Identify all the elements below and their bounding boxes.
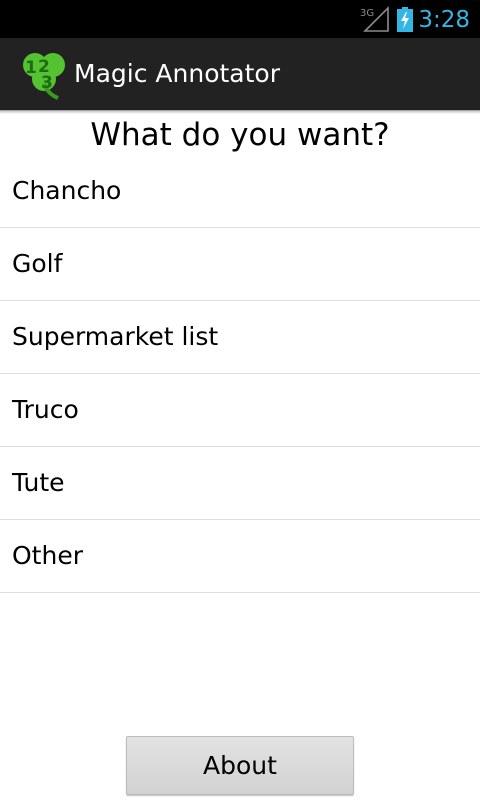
list-item-label: Tute	[12, 468, 65, 497]
action-bar: 1 2 3 Magic Annotator	[0, 38, 480, 111]
list-item-label: Truco	[12, 395, 79, 424]
option-list: Chancho Golf Supermarket list Truco Tute…	[0, 155, 480, 593]
list-item-label: Other	[12, 541, 83, 570]
list-item[interactable]: Golf	[0, 228, 480, 301]
clover-123-app-icon[interactable]: 1 2 3	[18, 48, 70, 100]
svg-text:3: 3	[41, 73, 53, 93]
list-item[interactable]: Chancho	[0, 155, 480, 228]
list-item-label: Golf	[12, 249, 63, 278]
list-item[interactable]: Other	[0, 520, 480, 593]
battery-charging-icon	[397, 7, 413, 32]
network-type-label: 3G	[360, 8, 374, 19]
signal-3g-icon: 3G	[360, 6, 389, 32]
page-title: What do you want?	[90, 117, 390, 153]
about-button[interactable]: About	[126, 736, 354, 795]
svg-text:1: 1	[25, 58, 37, 78]
list-item[interactable]: Truco	[0, 374, 480, 447]
list-item[interactable]: Tute	[0, 447, 480, 520]
list-item-label: Supermarket list	[12, 322, 219, 351]
list-item-label: Chancho	[12, 176, 122, 205]
list-item[interactable]: Supermarket list	[0, 301, 480, 374]
app-screen: 3G 3:28 1 2 3 Magic Annotator What do yo…	[0, 0, 480, 800]
status-bar: 3G 3:28	[0, 0, 480, 38]
status-time: 3:28	[418, 7, 470, 33]
app-title: Magic Annotator	[74, 59, 280, 88]
